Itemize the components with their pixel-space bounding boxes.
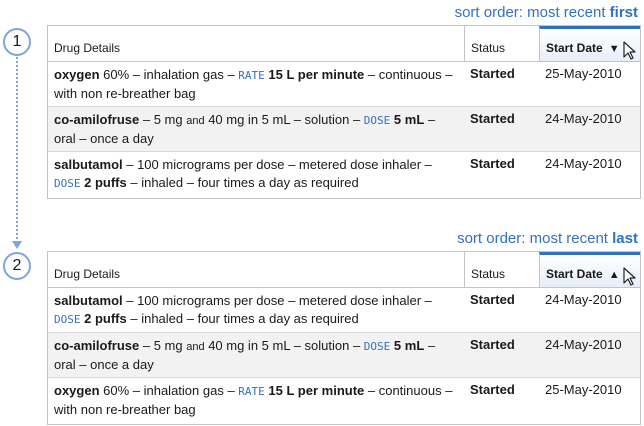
table-row[interactable]: co-amilofruse – 5 mg and 40 mg in 5 mL –…	[48, 107, 640, 152]
drug-description: 60% – inhalation gas –	[99, 67, 239, 82]
start-date-cell: 24-May-2010	[545, 156, 622, 171]
start-date-cell: 24-May-2010	[545, 111, 622, 126]
status-cell: Started	[470, 156, 515, 171]
start-date-cell: 25-May-2010	[545, 66, 622, 81]
status-cell: Started	[470, 292, 515, 307]
drug-details-cell: oxygen 60% – inhalation gas – RATE 15 L …	[48, 378, 464, 423]
column-header-status[interactable]: Status	[464, 252, 539, 287]
medication-table-most-recent-last: Drug Details Status Start Date ▲ salbuta…	[47, 251, 641, 425]
column-header-label: Drug Details	[54, 267, 121, 281]
drug-name: oxygen	[54, 383, 100, 398]
column-header-start-date[interactable]: Start Date ▼	[539, 26, 640, 61]
sort-order-text: sort order: most recent	[454, 4, 610, 21]
table-row[interactable]: oxygen 60% – inhalation gas – RATE 15 L …	[48, 62, 640, 107]
column-header-label: Status	[471, 267, 506, 281]
drug-route-frequency: – inhaled – four times a day as required	[126, 175, 359, 190]
drug-details-cell: oxygen 60% – inhalation gas – RATE 15 L …	[48, 62, 464, 106]
dose-keyword: RATE	[238, 385, 265, 398]
table-row[interactable]: salbutamol – 100 micrograms per dose – m…	[48, 152, 640, 197]
drug-name: salbutamol	[54, 293, 123, 308]
step-number: 2	[12, 257, 22, 274]
drug-description: – 100 micrograms per dose – metered dose…	[122, 293, 432, 308]
table-row[interactable]: salbutamol – 100 micrograms per dose – m…	[48, 288, 640, 333]
table-header: Drug Details Status Start Date ▼	[48, 26, 640, 62]
sort-order-text: sort order: most recent	[457, 230, 613, 247]
dose-keyword: DOSE	[363, 114, 391, 127]
column-header-label: Drug Details	[54, 41, 121, 55]
mouse-pointer-icon	[623, 41, 636, 60]
table-row[interactable]: co-amilofruse – 5 mg and 40 mg in 5 mL –…	[48, 333, 640, 378]
step-connector	[16, 57, 18, 243]
dose-keyword: DOSE	[54, 177, 81, 190]
drug-route-frequency: – inhaled – four times a day as required	[126, 311, 359, 326]
drug-description: 40 mg in 5 mL – solution –	[204, 338, 364, 353]
drug-description: 60% – inhalation gas –	[99, 383, 239, 398]
drug-name: co-amilofruse	[54, 112, 140, 127]
drug-details-cell: salbutamol – 100 micrograms per dose – m…	[48, 288, 464, 332]
step-marker-2: 2	[3, 252, 31, 280]
sort-order-caption: sort order: most recent first	[455, 4, 638, 21]
status-cell: Started	[470, 337, 515, 352]
drug-name: oxygen	[54, 67, 100, 82]
medication-table-most-recent-first: Drug Details Status Start Date ▼ oxygen …	[47, 25, 641, 199]
dose-value: 15 L per minute	[268, 67, 365, 82]
column-header-drug-details[interactable]: Drug Details	[48, 26, 464, 61]
dose-keyword: RATE	[238, 69, 265, 82]
table-body: salbutamol – 100 micrograms per dose – m…	[48, 288, 640, 423]
start-date-cell: 24-May-2010	[545, 292, 622, 307]
status-cell: Started	[470, 382, 515, 397]
drug-name: co-amilofruse	[54, 338, 140, 353]
dose-value: 5 mL	[393, 338, 425, 353]
drug-details-cell: co-amilofruse – 5 mg and 40 mg in 5 mL –…	[48, 107, 464, 151]
column-header-label: Start Date	[546, 267, 603, 281]
dose-keyword: DOSE	[363, 340, 391, 353]
sort-descending-icon: ▼	[608, 43, 620, 55]
dose-value: 15 L per minute	[268, 383, 365, 398]
dose-keyword: DOSE	[54, 313, 81, 326]
table-body: oxygen 60% – inhalation gas – RATE 15 L …	[48, 62, 640, 197]
status-cell: Started	[470, 111, 515, 126]
dose-value: 2 puffs	[84, 175, 127, 190]
drug-description: – 100 micrograms per dose – metered dose…	[122, 157, 432, 172]
mouse-pointer-icon	[623, 267, 636, 286]
column-header-start-date[interactable]: Start Date ▲	[539, 252, 640, 287]
column-header-drug-details[interactable]: Drug Details	[48, 252, 464, 287]
table-header: Drug Details Status Start Date ▲	[48, 252, 640, 288]
drug-description: and	[186, 115, 205, 127]
dose-value: 2 puffs	[84, 311, 127, 326]
table-row[interactable]: oxygen 60% – inhalation gas – RATE 15 L …	[48, 378, 640, 423]
drug-details-cell: salbutamol – 100 micrograms per dose – m…	[48, 152, 464, 197]
drug-description: 40 mg in 5 mL – solution –	[204, 112, 364, 127]
drug-description: – 5 mg	[139, 338, 187, 353]
start-date-cell: 24-May-2010	[545, 337, 622, 352]
sort-order-emphasis: last	[612, 230, 638, 247]
sort-order-emphasis: first	[609, 4, 638, 21]
drug-description: – 5 mg	[139, 112, 187, 127]
status-cell: Started	[470, 66, 515, 81]
drug-details-cell: co-amilofruse – 5 mg and 40 mg in 5 mL –…	[48, 333, 464, 377]
step-number: 1	[12, 33, 22, 50]
drug-name: salbutamol	[54, 157, 123, 172]
column-header-status[interactable]: Status	[464, 26, 539, 61]
step-marker-1: 1	[3, 28, 31, 56]
start-date-cell: 25-May-2010	[545, 382, 622, 397]
column-header-label: Status	[471, 41, 506, 55]
connector-arrow-icon	[12, 241, 22, 249]
sort-ascending-icon: ▲	[608, 269, 620, 281]
column-header-label: Start Date	[546, 41, 603, 55]
sort-order-caption: sort order: most recent last	[457, 230, 638, 247]
dose-value: 5 mL	[393, 112, 425, 127]
drug-description: and	[186, 341, 205, 353]
